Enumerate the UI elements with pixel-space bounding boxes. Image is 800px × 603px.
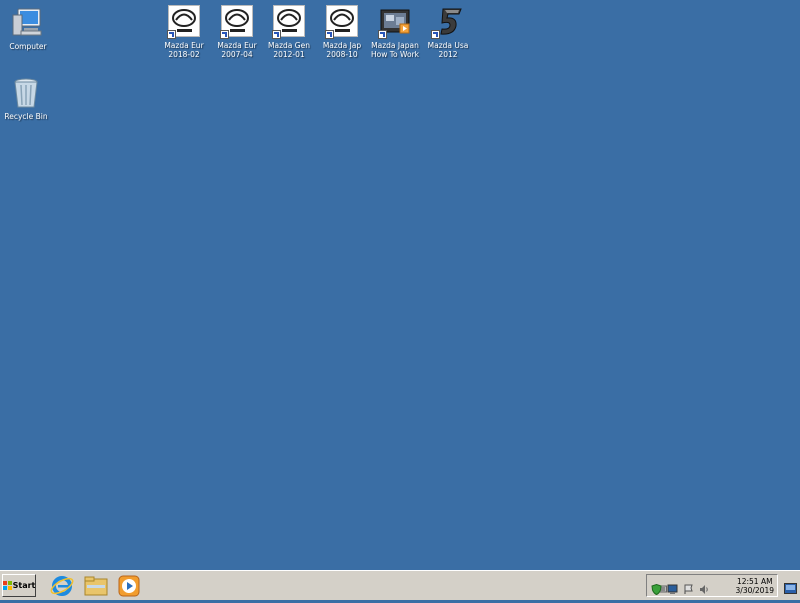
desktop-icon-mazda-gen-2012[interactable]: Mazda Gen 2012-01 <box>261 5 317 59</box>
taskbar: Start 12:51 AM 3/30/2019 <box>0 570 800 600</box>
volume-speaker-icon[interactable] <box>699 580 710 594</box>
clock-date: 3/30/2019 <box>735 586 774 595</box>
shortcut-arrow-icon <box>272 30 281 39</box>
recycle-bin-icon <box>9 76 43 110</box>
start-label: Start <box>12 581 36 590</box>
clock-time: 12:51 AM <box>736 577 773 586</box>
desktop-icon-mazda-jap-2008[interactable]: Mazda Jap 2008-10 <box>314 5 370 59</box>
desktop-icon-mazda-usa-2012[interactable]: Mazda Usa 2012 <box>420 5 476 59</box>
desktop-icon-label: Mazda Gen 2012-01 <box>268 41 310 59</box>
desktop-icon-recycle-bin[interactable]: Recycle Bin <box>0 76 54 121</box>
shortcut-arrow-icon <box>431 30 440 39</box>
desktop-icon-mazda-japan-how-to-work[interactable]: Mazda Japan How To Work <box>367 5 423 59</box>
video-file-icon <box>378 5 412 39</box>
windows-logo-icon <box>2 581 12 590</box>
clock[interactable]: 12:51 AM 3/30/2019 <box>736 577 774 595</box>
app-5-logo-icon <box>431 5 465 39</box>
desktop-icon-label: Recycle Bin <box>4 112 48 121</box>
media-player-icon[interactable] <box>116 573 142 599</box>
file-explorer-icon[interactable] <box>83 573 109 599</box>
desktop-icon-label: Mazda Jap 2008-10 <box>322 41 362 59</box>
mazda-logo-icon <box>220 5 254 39</box>
desktop-icon-mazda-eur-2018[interactable]: Mazda Eur 2018-02 <box>156 5 212 59</box>
show-desktop-icon[interactable] <box>784 579 797 594</box>
mazda-logo-icon <box>325 5 359 39</box>
mazda-logo-icon <box>272 5 306 39</box>
start-button[interactable]: Start <box>2 574 36 597</box>
desktop-icon-label: Mazda Usa 2012 <box>427 41 469 59</box>
shortcut-arrow-icon <box>325 30 334 39</box>
mazda-logo-icon <box>167 5 201 39</box>
shortcut-arrow-icon <box>220 30 229 39</box>
shortcut-arrow-icon <box>167 30 176 39</box>
desktop-icon-label: Mazda Eur 2018-02 <box>164 41 204 59</box>
desktop-icon-computer[interactable]: Computer <box>0 6 56 51</box>
desktop-icon-label: Mazda Japan How To Work <box>370 41 420 59</box>
computer-icon <box>11 6 45 40</box>
security-shield-icon[interactable] <box>651 580 662 596</box>
system-tray: 12:51 AM 3/30/2019 <box>646 574 778 597</box>
desktop-icon-label: Computer <box>9 42 47 51</box>
desktop[interactable]: Computer Recycle Bin Mazda Eur 2018-02 M… <box>0 0 800 570</box>
action-center-flag-icon[interactable] <box>683 580 694 594</box>
shortcut-arrow-icon <box>378 30 387 39</box>
desktop-icon-mazda-eur-2007[interactable]: Mazda Eur 2007-04 <box>209 5 265 59</box>
internet-explorer-icon[interactable] <box>49 573 75 599</box>
desktop-icon-label: Mazda Eur 2007-04 <box>217 41 257 59</box>
network-monitor-icon[interactable] <box>667 580 678 594</box>
